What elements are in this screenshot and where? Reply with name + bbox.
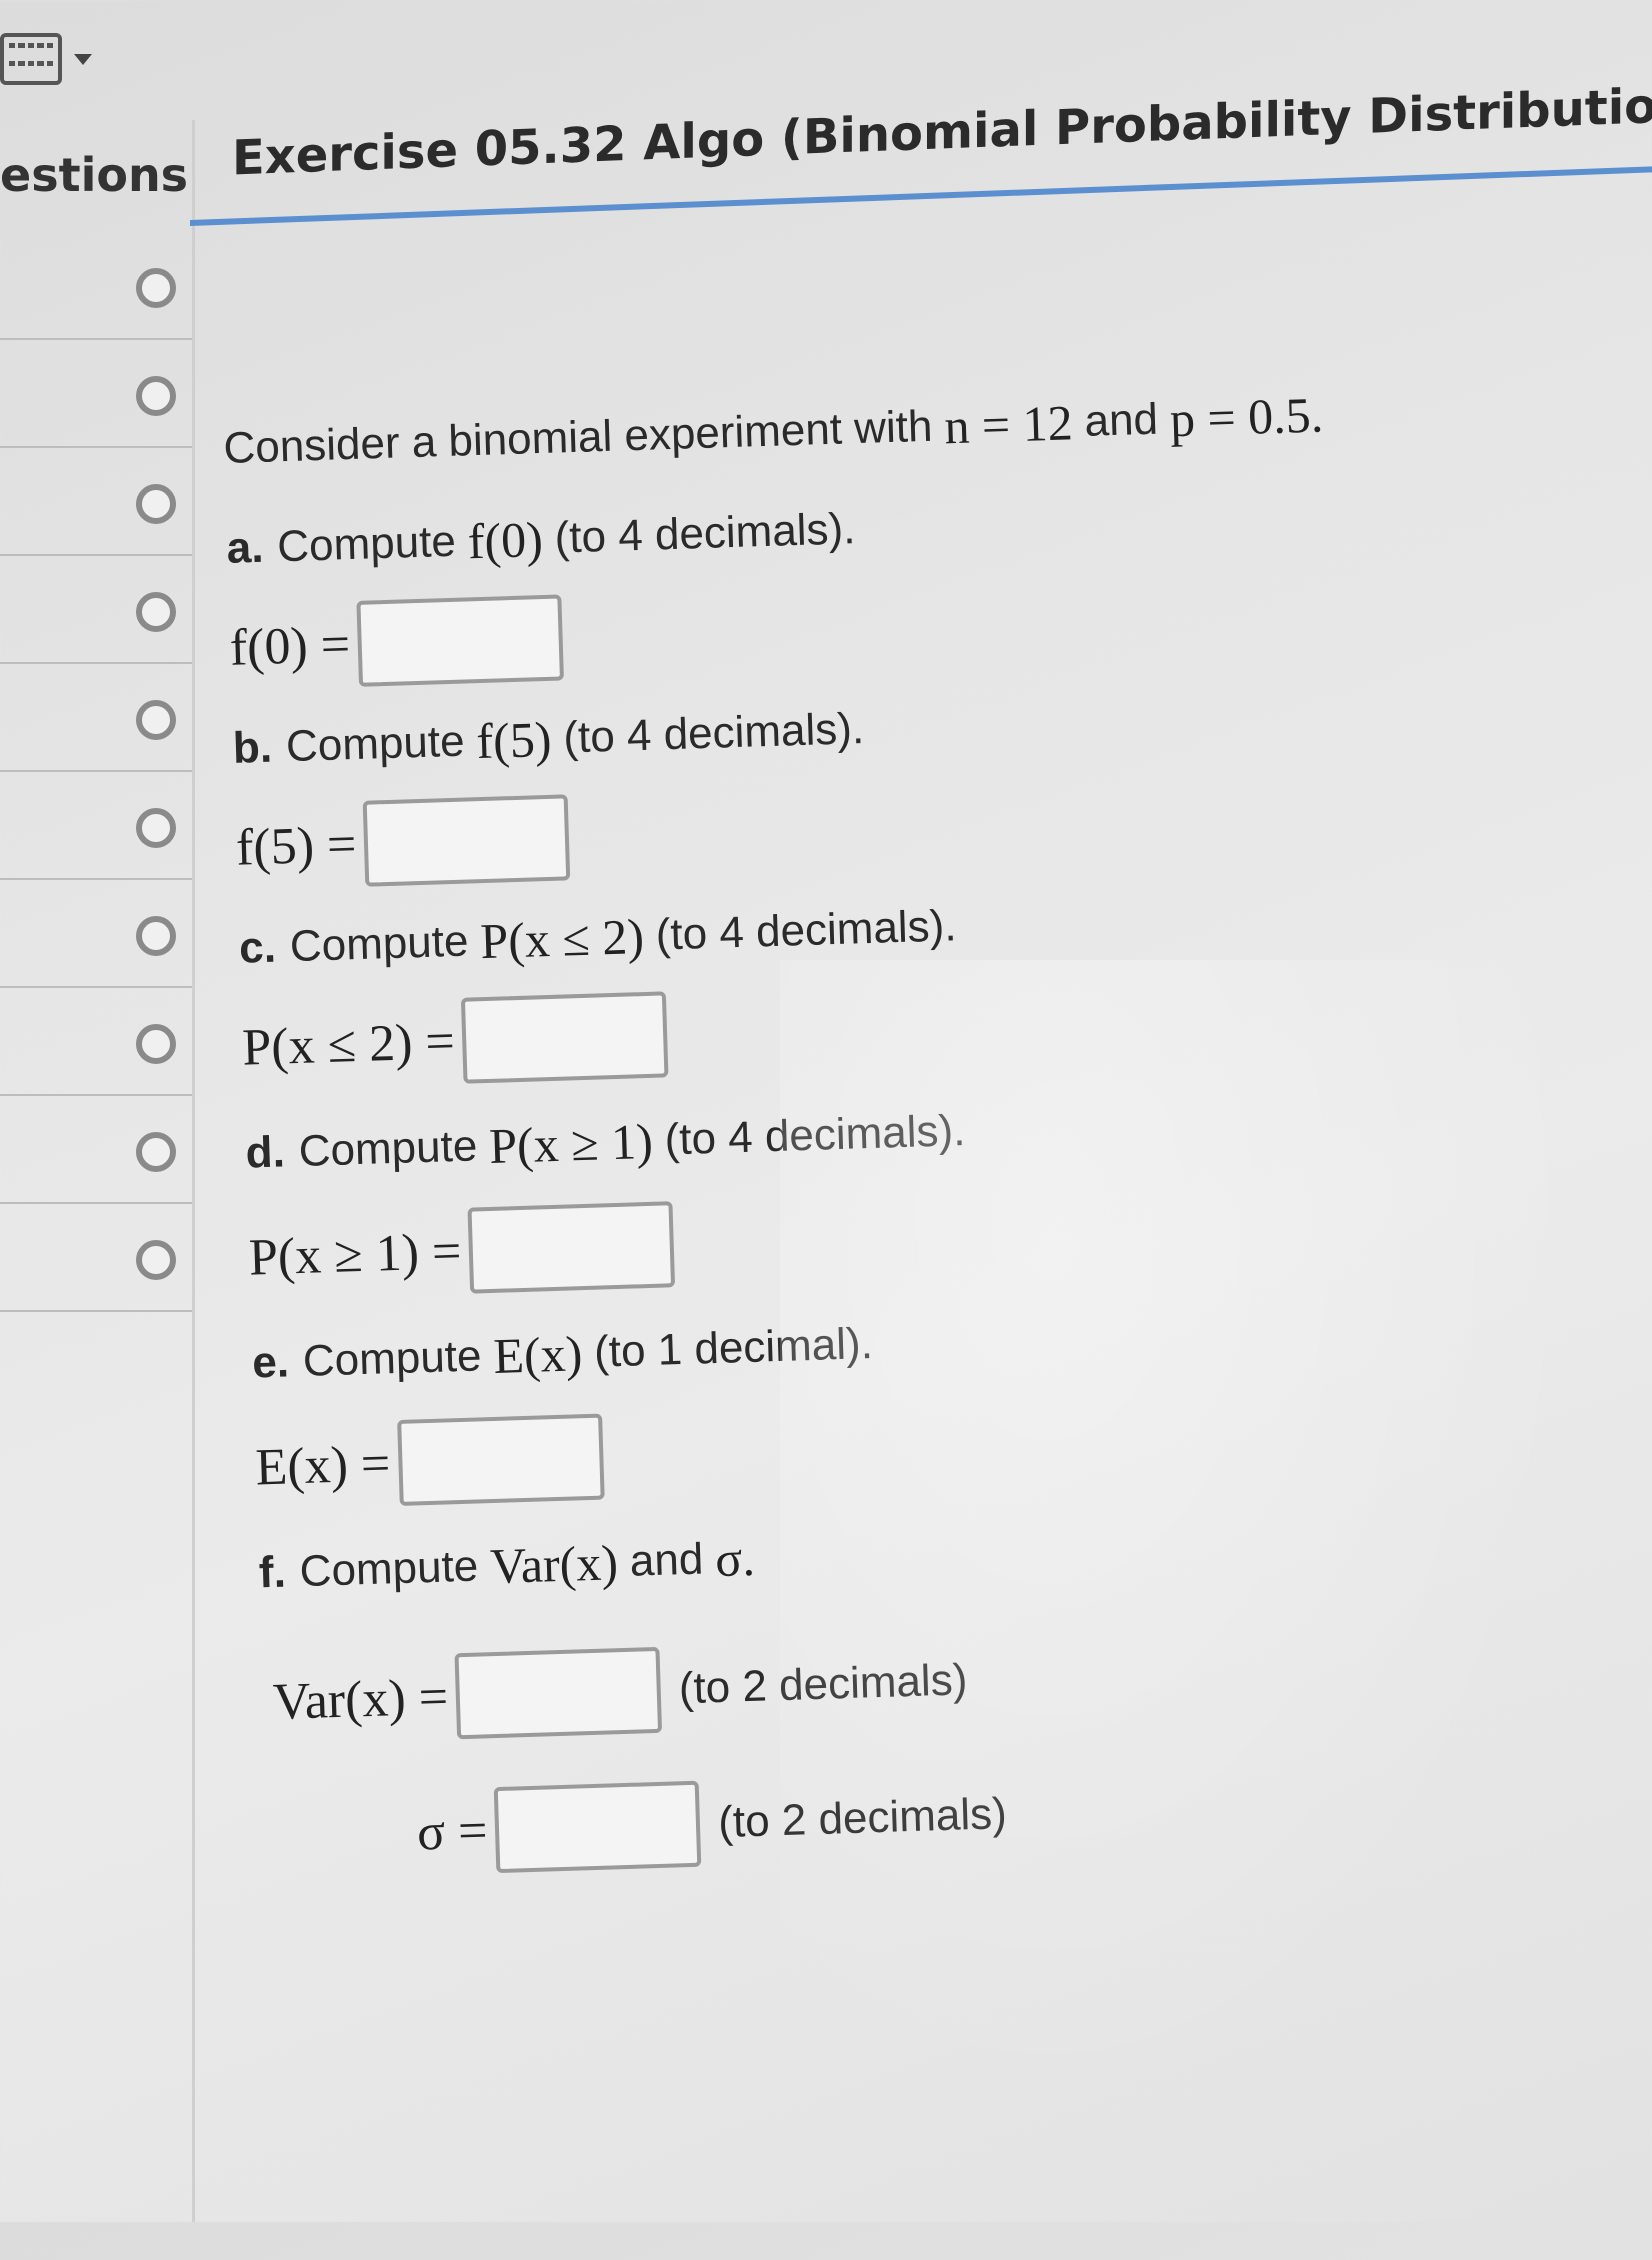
question-item[interactable] (0, 1096, 192, 1204)
question-item[interactable] (0, 772, 192, 880)
part-c-compute: Compute (289, 916, 470, 972)
part-f-expr: Var(x) (489, 1534, 619, 1595)
part-a-answer-input[interactable] (356, 594, 565, 687)
part-c-label: c. (238, 922, 277, 973)
sidebar-title: estions (0, 148, 189, 202)
question-item[interactable] (0, 1204, 192, 1312)
part-a-question: a. Compute f(0) (to 4 decimals). (226, 500, 856, 578)
question-item[interactable] (0, 664, 192, 772)
part-b-hint: (to 4 decimals). (562, 704, 865, 763)
part-f-label: f. (258, 1547, 287, 1598)
question-item[interactable] (0, 556, 192, 664)
part-a-compute: Compute (276, 516, 457, 572)
sigma-answer-label: σ = (416, 1801, 489, 1862)
part-e-label: e. (251, 1337, 290, 1388)
part-c-question: c. Compute P(x ≤ 2) (to 4 decimals). (238, 897, 957, 978)
part-f-sigma-expr: σ. (714, 1529, 756, 1588)
part-a-answer-label: f(0) = (228, 615, 351, 677)
part-c-answer-label: P(x ≤ 2) = (241, 1012, 456, 1077)
part-c-expr: P(x ≤ 2) (479, 908, 645, 970)
var-answer-input[interactable] (454, 1646, 663, 1740)
part-f-var-row: Var(x) = (to 2 decimals) (272, 1637, 969, 1745)
question-item[interactable] (0, 232, 192, 340)
part-b-answer-row: f(5) = (235, 794, 571, 890)
question-status-circle-icon (136, 484, 176, 524)
part-a-expr: f(0) (466, 511, 544, 570)
part-a-hint: (to 4 decimals). (553, 504, 857, 563)
question-status-circle-icon (136, 916, 176, 956)
question-status-circle-icon (136, 268, 176, 308)
keyboard-icon (0, 33, 62, 85)
part-a-answer-row: f(0) = (228, 594, 565, 690)
intro-text: Consider a binomial experiment with (222, 401, 934, 473)
part-c-answer-input[interactable] (461, 991, 669, 1084)
part-e-answer-row: E(x) = (254, 1413, 605, 1511)
problem-content: Consider a binomial experiment with n = … (222, 355, 1641, 1874)
part-e-answer-label: E(x) = (254, 1434, 392, 1496)
part-d-compute: Compute (297, 1121, 478, 1176)
part-e-answer-input[interactable] (396, 1413, 605, 1506)
sigma-hint: (to 2 decimals) (717, 1789, 1008, 1848)
part-e-hint: (to 1 decimal). (593, 1319, 874, 1377)
part-a-label: a. (225, 522, 265, 573)
question-status-circle-icon (136, 1240, 176, 1280)
intro-n: n = 12 (943, 394, 1074, 455)
part-e-expr: E(x) (492, 1325, 584, 1384)
question-status-circle-icon (136, 700, 176, 740)
intro-and: and (1083, 394, 1159, 446)
question-item[interactable] (0, 988, 192, 1096)
question-item[interactable] (0, 880, 192, 988)
sigma-answer-input[interactable] (494, 1780, 702, 1874)
part-c-hint: (to 4 decimals). (655, 901, 958, 960)
part-c-answer-row: P(x ≤ 2) = (241, 991, 669, 1090)
part-d-hint: (to 4 decimals). (663, 1106, 967, 1165)
part-f-compute: Compute (298, 1541, 479, 1597)
questions-sidebar: estions (0, 120, 195, 2222)
part-b-label: b. (232, 722, 273, 773)
chevron-down-icon (74, 53, 92, 65)
question-item[interactable] (0, 340, 192, 448)
question-status-circle-icon (136, 592, 176, 632)
keyboard-menu-button[interactable] (0, 24, 110, 94)
question-status-circle-icon (136, 808, 176, 848)
part-d-question: d. Compute P(x ≥ 1) (to 4 decimals). (245, 1102, 966, 1183)
question-status-circle-icon (136, 1132, 176, 1172)
part-f-question: f. Compute Var(x) and σ. (258, 1528, 768, 1602)
part-b-answer-label: f(5) = (235, 815, 358, 877)
part-d-answer-input[interactable] (467, 1201, 676, 1294)
part-d-answer-label: P(x ≥ 1) = (248, 1222, 463, 1287)
exercise-title: Exercise 05.32 Algo (Binomial Probabilit… (232, 76, 1652, 187)
part-d-expr: P(x ≥ 1) (488, 1112, 654, 1174)
question-status-circle-icon (136, 376, 176, 416)
question-status-circle-icon (136, 1024, 176, 1064)
var-hint: (to 2 decimals) (678, 1655, 969, 1714)
part-b-compute: Compute (285, 716, 466, 772)
problem-intro: Consider a binomial experiment with n = … (223, 385, 1336, 478)
part-d-answer-row: P(x ≥ 1) = (248, 1201, 676, 1300)
part-d-label: d. (244, 1127, 286, 1178)
part-b-question: b. Compute f(5) (to 4 decimals). (232, 700, 865, 778)
intro-p: p = 0.5. (1169, 386, 1324, 448)
part-e-question: e. Compute E(x) (to 1 decimal). (251, 1315, 873, 1392)
part-f-and: and (629, 1534, 704, 1586)
part-e-compute: Compute (302, 1331, 483, 1386)
part-f-sigma-row: σ = (to 2 decimals) (416, 1771, 1008, 1875)
part-b-answer-input[interactable] (362, 794, 571, 887)
part-b-expr: f(5) (475, 710, 553, 770)
question-item[interactable] (0, 448, 192, 556)
var-answer-label: Var(x) = (272, 1668, 449, 1731)
